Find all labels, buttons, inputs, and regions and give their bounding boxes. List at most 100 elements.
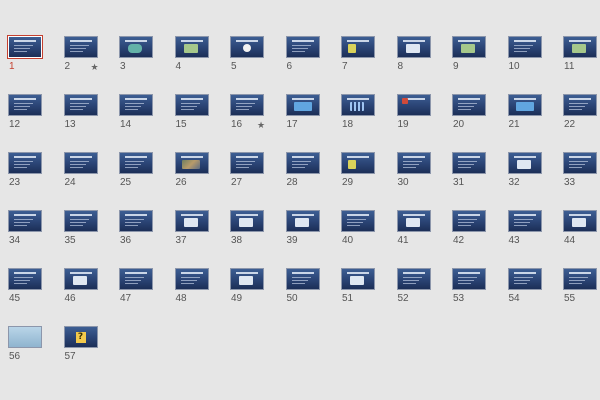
slide-preview xyxy=(397,37,430,57)
slide-thumbnail[interactable]: 46 xyxy=(64,269,109,304)
slide-number: 4 xyxy=(175,61,182,72)
slide-thumbnail[interactable]: 13 xyxy=(64,95,109,130)
slide-thumbnail[interactable]: 52 xyxy=(397,269,442,304)
slide-thumbnail[interactable]: 44 xyxy=(564,211,600,246)
slide-thumbnail[interactable]: 28 xyxy=(286,153,331,188)
slide-thumbnail[interactable]: 39 xyxy=(286,211,331,246)
slide-thumbnail[interactable]: 29 xyxy=(342,153,386,188)
slide-preview-title xyxy=(69,156,92,158)
slide-thumbnail[interactable]: 53 xyxy=(453,269,497,304)
slide-preview-text-line xyxy=(513,48,530,49)
slide-preview-graphic xyxy=(572,44,586,53)
slide-thumbnail[interactable]: 11 xyxy=(564,37,600,72)
slide-thumbnail[interactable]: 4 xyxy=(175,37,220,72)
slide-thumbnail[interactable]: 48 xyxy=(175,269,220,304)
slide-preview-graphic xyxy=(572,218,586,227)
slide-number: 17 xyxy=(286,119,298,130)
slide-preview-title xyxy=(569,156,591,158)
slide-thumbnail[interactable]: 16 ★ xyxy=(231,95,275,130)
slide-thumbnail[interactable]: 55 xyxy=(564,269,600,304)
slide-thumbnail[interactable]: 50 xyxy=(286,269,331,304)
slide-thumbnail[interactable]: 24 xyxy=(64,153,109,188)
slide-preview-title xyxy=(180,156,203,158)
slide-preview-text-line xyxy=(569,277,588,278)
slide-thumbnail[interactable]: 26 xyxy=(175,153,220,188)
slide-thumbnail[interactable]: 25 xyxy=(120,153,164,188)
slide-thumbnail[interactable]: 51 xyxy=(342,269,386,304)
slide-thumbnail[interactable]: 54 xyxy=(508,269,553,304)
slide-preview-title xyxy=(513,98,536,100)
slide-number: 40 xyxy=(342,235,354,246)
slide-preview-title xyxy=(180,214,203,216)
slide-thumbnail[interactable]: 6 xyxy=(286,37,331,72)
slide-thumbnail[interactable]: 33 xyxy=(564,153,600,188)
slide-thumbnail[interactable]: 5 xyxy=(231,37,275,72)
slide-preview-title xyxy=(569,272,591,274)
slide-thumbnail[interactable]: ? 57 xyxy=(64,327,109,362)
slide-number: 18 xyxy=(342,119,354,130)
slide-preview-title xyxy=(236,156,258,158)
slide-preview xyxy=(9,153,41,173)
slide-thumbnail[interactable]: 36 xyxy=(120,211,164,246)
slide-thumbnail[interactable]: 38 xyxy=(231,211,275,246)
slide-preview-text-line xyxy=(236,109,249,110)
slide-thumbnail[interactable]: 19 xyxy=(397,95,442,130)
slide-preview-text-line xyxy=(513,277,533,278)
slide-thumbnail[interactable]: 2 ★ xyxy=(64,37,109,72)
slide-thumbnail[interactable]: 9 xyxy=(453,37,497,72)
slide-number: 19 xyxy=(397,119,409,130)
slide-thumbnail[interactable]: 8 xyxy=(397,37,442,72)
slide-sorter[interactable]: 1 2 ★ 3 4 5 6 7 8 9 10 11 12 13 14 15 16 ★ 17 18 19 20 21 22 23 2… xyxy=(0,0,600,400)
slide-thumbnail[interactable]: 7 xyxy=(342,37,386,72)
slide-preview xyxy=(231,37,263,57)
slide-thumbnail[interactable]: 49 xyxy=(231,269,275,304)
slide-thumbnail[interactable]: 10 xyxy=(508,37,553,72)
slide-thumbnail[interactable]: 12 xyxy=(9,95,53,130)
slide-thumbnail[interactable]: 3 xyxy=(120,37,164,72)
slide-thumbnail[interactable]: 47 xyxy=(120,269,164,304)
star-icon[interactable]: ★ xyxy=(91,61,99,73)
slide-preview-text-line xyxy=(569,167,582,168)
slide-preview-text-line xyxy=(69,109,83,110)
slide-preview-title xyxy=(14,272,36,274)
slide-thumbnail[interactable]: 14 xyxy=(120,95,164,130)
slide-preview xyxy=(564,153,596,173)
slide-preview-title xyxy=(569,40,591,42)
slide-preview-text-line xyxy=(14,48,30,49)
slide-thumbnail[interactable]: 35 xyxy=(64,211,109,246)
slide-thumbnail[interactable]: 41 xyxy=(397,211,442,246)
slide-thumbnail[interactable]: 40 xyxy=(342,211,386,246)
slide-thumbnail[interactable]: 32 xyxy=(508,153,553,188)
slide-number: 8 xyxy=(397,61,404,72)
slide-thumbnail[interactable]: 45 xyxy=(9,269,53,304)
slide-thumbnail[interactable]: 37 xyxy=(175,211,220,246)
slide-thumbnail[interactable]: 56 xyxy=(9,327,53,362)
slide-thumbnail[interactable]: 43 xyxy=(508,211,553,246)
slide-preview-text-line xyxy=(14,225,27,226)
slide-preview-graphic xyxy=(239,218,253,227)
slide-preview-text-line xyxy=(291,167,305,168)
slide-thumbnail[interactable]: 18 xyxy=(342,95,386,130)
slide-thumbnail[interactable]: 17 xyxy=(286,95,331,130)
slide-preview-graphic xyxy=(348,44,356,53)
slide-thumbnail[interactable]: 30 xyxy=(397,153,442,188)
slide-number: 31 xyxy=(453,177,465,188)
slide-thumbnail[interactable]: 20 xyxy=(453,95,497,130)
slide-thumbnail[interactable]: 15 xyxy=(175,95,220,130)
slide-preview xyxy=(508,269,541,289)
slide-number: 55 xyxy=(564,293,576,304)
slide-thumbnail[interactable]: 27 xyxy=(231,153,275,188)
slide-thumbnail[interactable]: 23 xyxy=(9,153,53,188)
slide-preview-text-line xyxy=(69,103,89,104)
slide-thumbnail[interactable]: 31 xyxy=(453,153,497,188)
slide-preview-title xyxy=(458,98,480,100)
slide-preview xyxy=(508,211,541,231)
star-icon[interactable]: ★ xyxy=(257,119,265,131)
slide-preview-title xyxy=(347,156,369,158)
slide-thumbnail[interactable]: 21 xyxy=(508,95,553,130)
slide-thumbnail[interactable]: 22 xyxy=(564,95,600,130)
slide-thumbnail[interactable]: 34 xyxy=(9,211,53,246)
slide-thumbnail[interactable]: 1 xyxy=(9,37,53,72)
slide-thumbnail[interactable]: 42 xyxy=(453,211,497,246)
slide-preview-text-line xyxy=(125,225,138,226)
